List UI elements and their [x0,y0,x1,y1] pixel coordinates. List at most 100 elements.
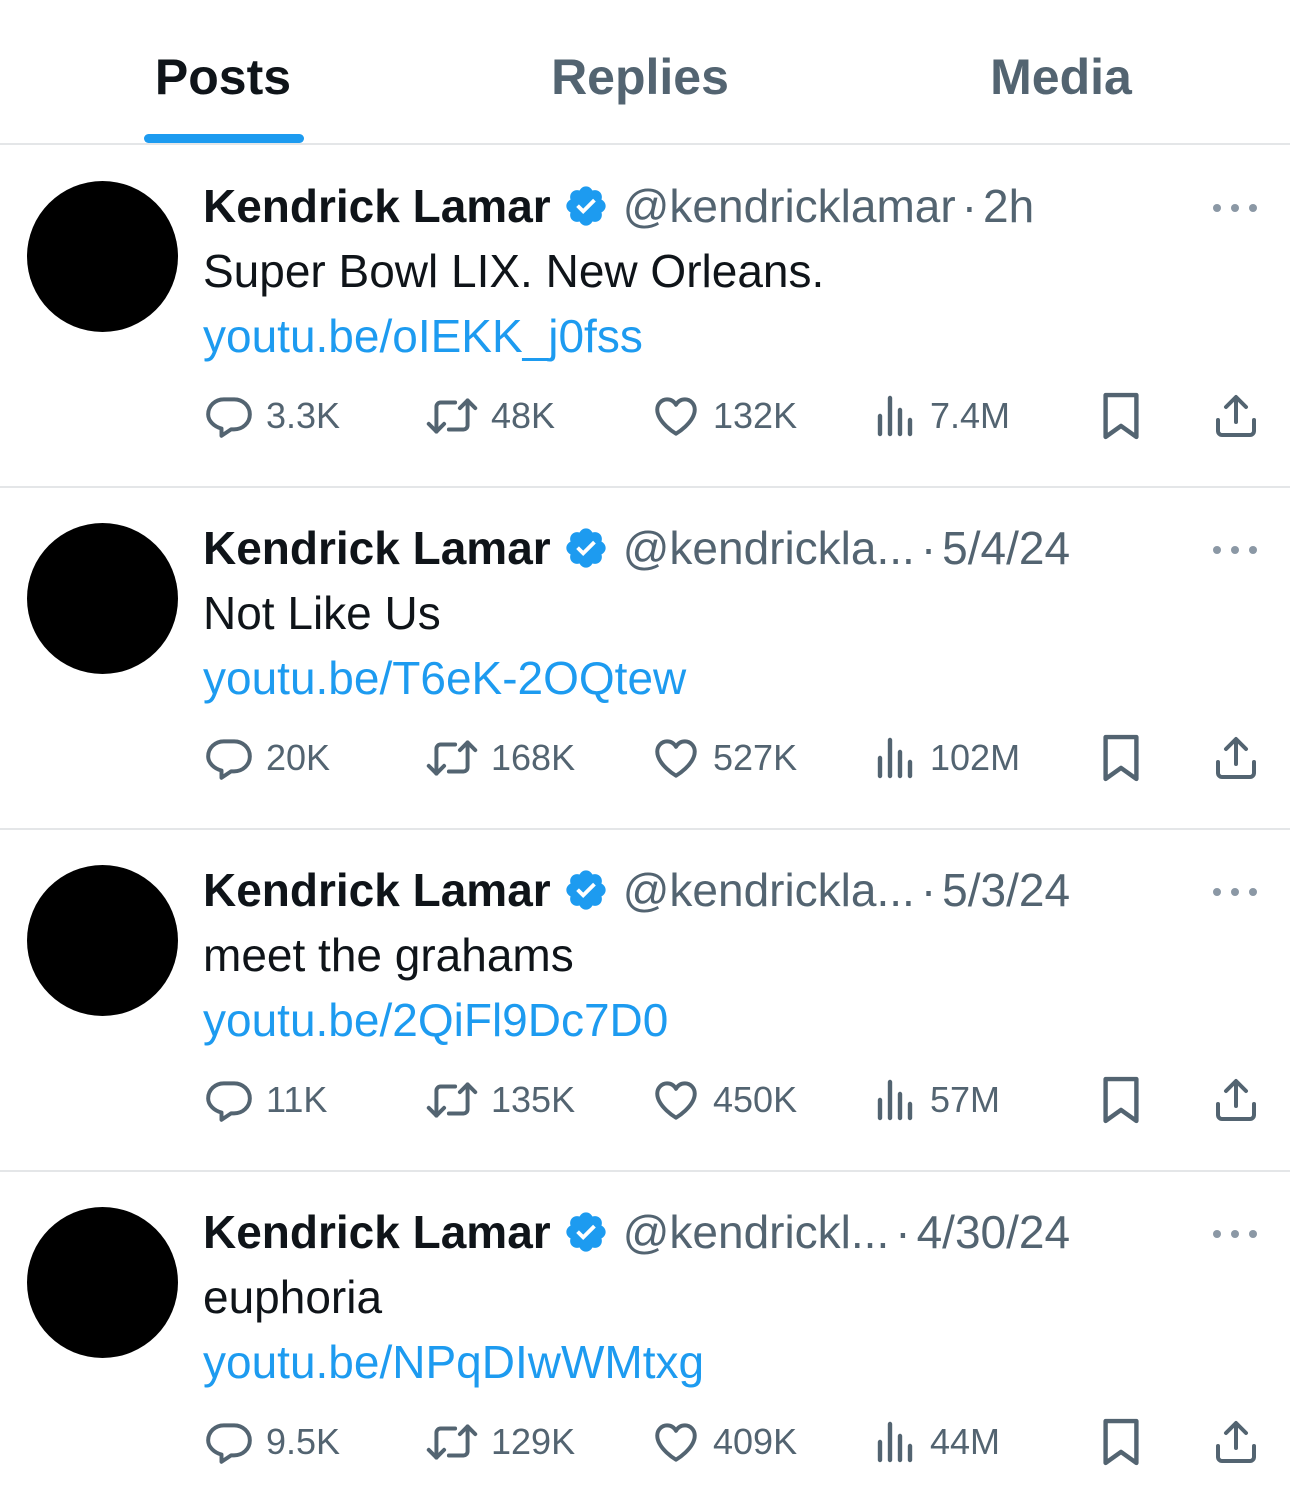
repost-button[interactable]: 135K [425,1070,575,1130]
reply-count: 9.5K [266,1421,341,1462]
author-name[interactable]: Kendrick Lamar [203,1205,551,1259]
author-name[interactable]: Kendrick Lamar [203,863,551,917]
view-count: 57M [930,1079,1001,1120]
post-timestamp[interactable]: 2h [983,179,1034,233]
tab-posts[interactable]: Posts [155,48,291,106]
profile-tabs: Posts Replies Media [0,0,1290,145]
post[interactable]: Kendrick Lamar @kendricklamar · 2h Super… [0,146,1290,488]
repost-button[interactable]: 48K [425,386,555,446]
heart-icon [655,397,697,436]
author-handle[interactable]: @kendrickl... [623,1205,890,1259]
post-actions: 11K 135K 450K 57M [0,1070,1290,1130]
author-handle[interactable]: @kendricklamar [623,179,956,233]
repost-button[interactable]: 168K [425,728,575,788]
post-timestamp[interactable]: 5/4/24 [942,521,1070,575]
tab-media[interactable]: Media [990,48,1132,106]
share-button[interactable] [1212,1412,1260,1472]
separator-dot: · [920,864,937,916]
views-button[interactable]: 7.4M [874,386,1010,446]
like-button[interactable]: 527K [651,728,797,788]
avatar[interactable] [27,865,178,1016]
bookmark-icon [1103,1076,1139,1124]
reply-button[interactable]: 11K [204,1070,327,1130]
post-text: meet the grahams [203,929,574,981]
share-icon [1216,737,1256,779]
separator-dot: · [961,180,978,232]
share-button[interactable] [1212,728,1260,788]
post-link[interactable]: youtu.be/T6eK-2OQtew [203,651,686,705]
bookmark-button[interactable] [1099,1412,1143,1472]
reply-button[interactable]: 9.5K [204,1412,340,1472]
like-count: 132K [713,395,798,436]
more-options-icon[interactable] [1213,878,1257,906]
like-button[interactable]: 409K [651,1412,797,1472]
post-text: Super Bowl LIX. New Orleans. [203,245,825,297]
post-actions: 3.3K 48K 132K 7.4M [0,386,1290,446]
author-handle[interactable]: @kendrickla... [623,521,915,575]
reply-button[interactable]: 20K [204,728,330,788]
verified-badge-icon [566,186,606,226]
view-count: 44M [930,1421,1001,1462]
author-name[interactable]: Kendrick Lamar [203,179,551,233]
like-button[interactable]: 450K [651,1070,797,1130]
post[interactable]: Kendrick Lamar @kendrickl... · 4/30/24 e… [0,1172,1290,1502]
more-options-icon[interactable] [1213,194,1257,222]
post-link[interactable]: youtu.be/oIEKK_j0fss [203,309,643,363]
bookmark-icon [1103,1418,1139,1466]
post[interactable]: Kendrick Lamar @kendrickla... · 5/4/24 N… [0,488,1290,830]
author-name[interactable]: Kendrick Lamar [203,521,551,575]
post-link[interactable]: youtu.be/NPqDIwWMtxg [203,1335,704,1389]
share-icon [1216,1079,1256,1121]
post-timestamp[interactable]: 4/30/24 [917,1205,1070,1259]
repost-button[interactable]: 129K [425,1412,575,1472]
views-button[interactable]: 44M [874,1412,1000,1472]
like-count: 527K [713,737,798,778]
bookmark-button[interactable] [1099,386,1143,446]
verified-badge-icon [566,528,606,568]
post-header: Kendrick Lamar @kendrickl... · 4/30/24 [203,1202,1070,1262]
like-count: 409K [713,1421,798,1462]
repost-count: 129K [491,1421,576,1462]
share-icon [1216,1421,1256,1463]
avatar[interactable] [27,523,178,674]
post-link[interactable]: youtu.be/2QiFl9Dc7D0 [203,993,668,1047]
like-button[interactable]: 132K [651,386,797,446]
active-tab-indicator [144,134,304,143]
separator-dot: · [895,1206,911,1258]
more-options-icon[interactable] [1213,536,1257,564]
post-text: Not Like Us [203,587,441,639]
share-button[interactable] [1212,386,1260,446]
views-icon [877,1421,913,1463]
post-text: euphoria [203,1271,383,1323]
share-button[interactable] [1212,1070,1260,1130]
views-icon [877,1079,913,1121]
view-count: 102M [930,737,1021,778]
verified-badge-icon [566,870,606,910]
author-handle[interactable]: @kendrickla... [623,863,915,917]
more-options-icon[interactable] [1213,1220,1257,1248]
heart-icon [655,1423,697,1462]
share-icon [1216,395,1256,437]
like-count: 450K [713,1079,798,1120]
post-header: Kendrick Lamar @kendrickla... · 5/4/24 [203,518,1070,578]
avatar[interactable] [27,181,178,332]
views-button[interactable]: 102M [874,728,1020,788]
heart-icon [655,1081,697,1120]
reply-icon [206,739,252,780]
reply-count: 20K [266,737,331,778]
reply-button[interactable]: 3.3K [204,386,340,446]
post-actions: 20K 168K 527K 102M [0,728,1290,788]
repost-icon [426,1082,478,1118]
repost-icon [426,740,478,776]
tab-replies[interactable]: Replies [551,48,729,106]
repost-icon [426,398,478,434]
repost-count: 135K [491,1079,576,1120]
bookmark-button[interactable] [1099,1070,1143,1130]
post-timestamp[interactable]: 5/3/24 [942,863,1070,917]
views-button[interactable]: 57M [874,1070,1000,1130]
post[interactable]: Kendrick Lamar @kendrickla... · 5/3/24 m… [0,830,1290,1172]
repost-count: 168K [491,737,576,778]
post-header: Kendrick Lamar @kendrickla... · 5/3/24 [203,860,1070,920]
avatar[interactable] [27,1207,178,1358]
bookmark-button[interactable] [1099,728,1143,788]
